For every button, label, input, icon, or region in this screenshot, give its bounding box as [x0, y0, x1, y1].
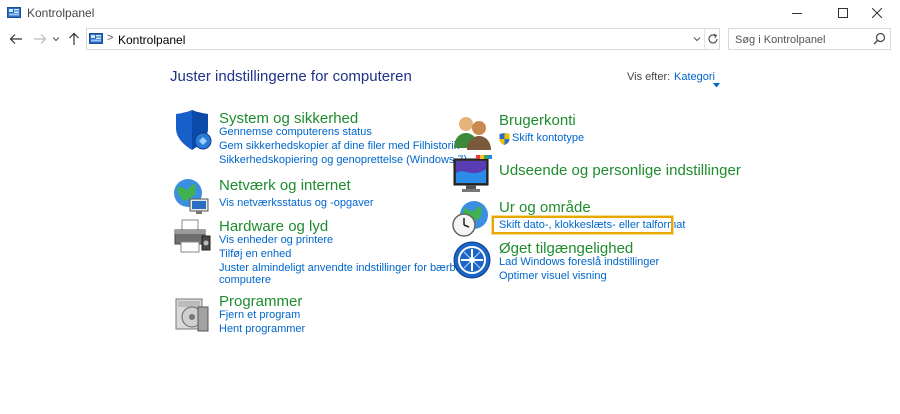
minimize-icon [792, 12, 802, 14]
maximize-icon [838, 7, 848, 18]
category-link[interactable]: Vis netværksstatus og -opgaver [219, 197, 373, 209]
category-link[interactable]: Gem sikkerhedskopier af dine filer med F… [219, 140, 459, 152]
category-title[interactable]: Hardware og lyd [219, 218, 328, 235]
refresh-button[interactable] [704, 29, 720, 49]
recent-locations-button[interactable] [50, 29, 62, 49]
category-link[interactable]: Sikkerhedskopiering og genoprettelse (Wi… [219, 154, 467, 166]
address-dropdown-button[interactable] [690, 31, 704, 47]
category-link[interactable]: Vis enheder og printere [219, 234, 333, 246]
window-title: Kontrolpanel [27, 6, 95, 20]
title-bar: Kontrolpanel [0, 0, 900, 25]
network-globe-icon[interactable] [172, 177, 212, 217]
arrow-up-icon [69, 32, 79, 45]
printer-icon[interactable] [172, 218, 212, 258]
control-panel-icon [7, 6, 21, 24]
category-title[interactable]: Netværk og internet [219, 177, 351, 194]
users-icon[interactable] [452, 112, 492, 152]
close-button[interactable] [854, 0, 900, 25]
monitor-palette-icon[interactable] [452, 155, 492, 195]
view-by-label: Vis efter: [627, 71, 671, 83]
back-button[interactable] [6, 29, 26, 49]
chevron-down-icon [52, 37, 60, 42]
page-heading: Juster indstillingerne for computeren [170, 68, 412, 85]
arrow-right-icon [34, 34, 47, 44]
category-link[interactable]: Lad Windows foreslå indstillinger [499, 256, 659, 268]
category-link[interactable]: computere [219, 274, 271, 286]
category-link[interactable]: Fjern et program [219, 309, 300, 321]
up-button[interactable] [64, 29, 84, 49]
control-panel-icon [89, 32, 103, 50]
breadcrumb-separator[interactable]: > [107, 32, 113, 44]
highlight-box [492, 216, 673, 234]
shield-icon[interactable] [172, 110, 212, 150]
view-by-caret-icon[interactable] [713, 75, 720, 93]
search-icon[interactable] [873, 32, 886, 50]
minimize-button[interactable] [774, 0, 820, 25]
category-title[interactable]: Programmer [219, 293, 302, 310]
category-link[interactable]: Juster almindeligt anvendte indstillinge… [219, 262, 472, 274]
view-by-dropdown[interactable]: Kategori [674, 71, 715, 83]
category-title[interactable]: System og sikkerhed [219, 110, 358, 127]
category-link[interactable]: Hent programmer [219, 323, 305, 335]
forward-button[interactable] [30, 29, 50, 49]
category-title[interactable]: Ur og område [499, 199, 591, 216]
address-bar[interactable]: > Kontrolpanel [86, 28, 720, 50]
navigation-bar: > Kontrolpanel [0, 25, 900, 53]
search-box[interactable] [728, 28, 891, 50]
breadcrumb-kontrolpanel[interactable]: Kontrolpanel [118, 33, 185, 47]
programs-disc-icon[interactable] [172, 293, 212, 333]
clock-globe-icon[interactable] [452, 199, 492, 239]
uac-shield-icon [499, 132, 510, 150]
category-link[interactable]: Tilføj en enhed [219, 248, 291, 260]
arrow-left-icon [9, 34, 22, 44]
close-icon [872, 7, 882, 18]
category-title[interactable]: Brugerkonti [499, 112, 576, 129]
category-link[interactable]: Gennemse computerens status [219, 126, 372, 138]
category-link[interactable]: Optimer visuel visning [499, 270, 607, 282]
accessibility-icon[interactable] [452, 240, 492, 280]
category-title[interactable]: Udseende og personlige indstillinger [499, 162, 741, 179]
category-link[interactable]: Skift kontotype [512, 132, 584, 144]
category-title[interactable]: Øget tilgængelighed [499, 240, 633, 257]
refresh-icon [708, 33, 718, 44]
search-input[interactable] [735, 32, 865, 47]
chevron-down-icon [693, 37, 701, 42]
